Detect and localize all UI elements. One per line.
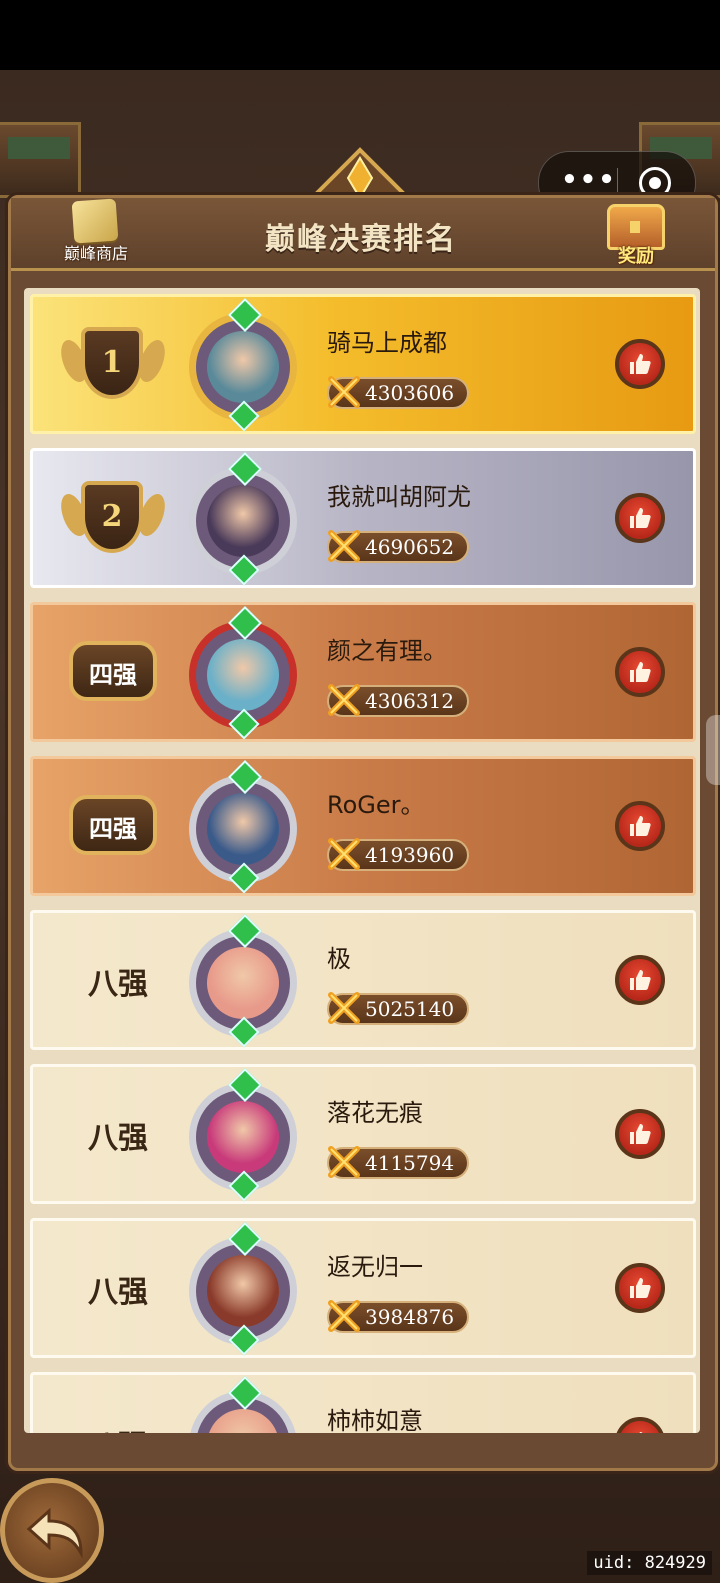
avatar[interactable] (183, 1222, 305, 1356)
like-button[interactable] (615, 1417, 665, 1433)
score-pill: 3984876 (327, 1300, 469, 1333)
status-bar (0, 0, 720, 70)
page-title: 巅峰决赛排名 (265, 222, 457, 257)
crossed-swords-icon (328, 992, 360, 1024)
rank-plaque: 四强 (69, 795, 157, 855)
crossed-swords-icon (328, 376, 360, 408)
score-value: 5025140 (365, 997, 455, 1021)
rank-label: 四强 (89, 815, 137, 843)
rank-label: 八强 (63, 1421, 173, 1433)
avatar[interactable] (183, 760, 305, 894)
like-button[interactable] (615, 801, 665, 851)
like-button[interactable] (615, 955, 665, 1005)
thumbs-up-icon (630, 1124, 651, 1144)
peak-shop-button[interactable]: 巅峰商店 (51, 198, 141, 268)
ranking-row: 八强 返无归一 3984876 (30, 1218, 696, 1358)
panel-header: 巅峰商店 巅峰决赛排名 奖励 (11, 198, 715, 271)
crossed-swords-icon (328, 838, 360, 870)
score-pill: 4306312 (327, 684, 469, 717)
crossed-swords-icon (328, 1146, 360, 1178)
rank-shield-icon: 2 (81, 481, 143, 553)
score-pill: 4690652 (327, 530, 469, 563)
score-pill: 5025140 (327, 992, 469, 1025)
score-pill: 4193960 (327, 838, 469, 871)
hero-portrait (207, 331, 279, 403)
avatar[interactable] (183, 1068, 305, 1202)
score-value: 4306312 (365, 689, 455, 713)
left-pillar-decoration (0, 122, 81, 198)
rank-badge: 2 (56, 473, 170, 563)
score-value: 4690652 (365, 535, 455, 559)
score-value: 4193960 (365, 843, 455, 867)
crossed-swords-icon (328, 1300, 360, 1332)
reward-label: 奖励 (618, 246, 654, 267)
thumbs-up-icon (639, 1432, 643, 1433)
thumbs-up-icon (630, 816, 651, 836)
player-name: RoGer。 (327, 791, 425, 819)
player-name: 返无归一 (327, 1253, 423, 1281)
ranking-list[interactable]: 1 骑马上成都 4303606 2 我就叫胡阿尤 4690652 四强 颜之有理… (24, 288, 700, 1433)
rank-badge: 1 (56, 319, 170, 409)
avatar[interactable] (183, 914, 305, 1048)
player-name: 极 (327, 945, 351, 973)
more-dots-icon[interactable]: ••• (561, 167, 617, 196)
like-button[interactable] (615, 1109, 665, 1159)
avatar[interactable] (183, 606, 305, 740)
hero-portrait (207, 1255, 279, 1327)
hero-portrait (207, 639, 279, 711)
rank-number: 1 (101, 345, 123, 380)
ranking-row: 八强 落花无痕 4115794 (30, 1064, 696, 1204)
player-name: 颜之有理。 (327, 637, 447, 665)
thumbs-up-icon (630, 662, 651, 682)
back-button[interactable] (0, 1478, 104, 1583)
player-name: 我就叫胡阿尤 (327, 483, 471, 511)
like-button[interactable] (615, 1263, 665, 1313)
rank-shield-icon: 1 (81, 327, 143, 399)
user-id-label: uid: 824929 (587, 1551, 712, 1575)
hero-portrait (207, 1101, 279, 1173)
side-pull-tab[interactable] (706, 715, 720, 785)
like-button[interactable] (615, 493, 665, 543)
rank-label: 八强 (88, 1275, 148, 1310)
ranking-row: 1 骑马上成都 4303606 (30, 294, 696, 434)
like-button[interactable] (615, 647, 665, 697)
player-name: 落花无痕 (327, 1099, 423, 1127)
ranking-row: 四强 RoGer。 4193960 (30, 756, 696, 896)
rank-plaque: 四强 (69, 641, 157, 701)
avatar[interactable] (183, 298, 305, 432)
rank-number: 2 (101, 499, 123, 534)
player-name: 柿柿如意 (327, 1407, 423, 1433)
ranking-panel: 巅峰商店 巅峰决赛排名 奖励 1 骑马上成都 4303606 2 我就叫胡阿尤 … (8, 195, 718, 1471)
avatar[interactable] (183, 1376, 305, 1433)
score-value: 4115794 (365, 1151, 455, 1175)
score-value: 4303606 (365, 381, 455, 405)
ranking-row: 四强 颜之有理。 4306312 (30, 602, 696, 742)
score-pill: 4115794 (327, 1146, 469, 1179)
back-arrow-icon (26, 1507, 83, 1559)
rank-label: 八强 (88, 1121, 148, 1156)
hero-portrait (207, 793, 279, 865)
player-name: 骑马上成都 (327, 329, 447, 357)
reward-button[interactable]: 奖励 (591, 198, 681, 270)
avatar[interactable] (183, 452, 305, 586)
hero-portrait (207, 947, 279, 1019)
hero-portrait (207, 485, 279, 557)
shop-label: 巅峰商店 (63, 244, 128, 263)
ranking-row: 2 我就叫胡阿尤 4690652 (30, 448, 696, 588)
thumbs-up-icon (630, 970, 651, 990)
like-button[interactable] (615, 339, 665, 389)
thumbs-up-icon (630, 508, 651, 528)
crossed-swords-icon (328, 684, 360, 716)
ranking-row: 八强 柿柿如意 (30, 1372, 696, 1433)
ranking-row: 八强 极 5025140 (30, 910, 696, 1050)
score-value: 3984876 (365, 1305, 455, 1329)
capsule-divider (617, 168, 618, 198)
shop-chest-icon (71, 198, 119, 244)
thumbs-up-icon (630, 354, 651, 374)
score-pill: 4303606 (327, 376, 469, 409)
rank-label: 八强 (88, 967, 148, 1002)
crossed-swords-icon (328, 530, 360, 562)
thumbs-up-icon (630, 1278, 651, 1298)
rank-label: 四强 (89, 661, 137, 689)
